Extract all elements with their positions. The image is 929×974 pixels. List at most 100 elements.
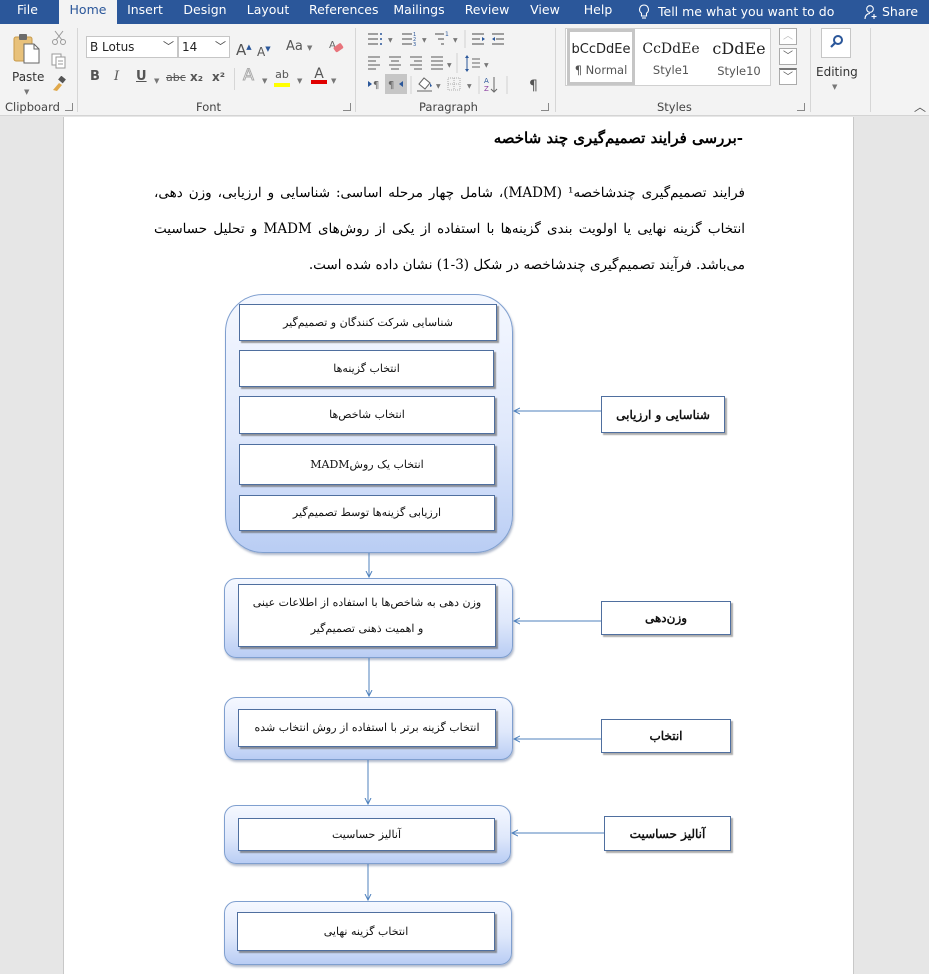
share-label: Share	[882, 4, 919, 19]
bold-button[interactable]: B	[90, 70, 100, 84]
svg-text:A: A	[484, 77, 489, 85]
svg-text:▼: ▼	[388, 37, 393, 44]
clipboard-group-label: Clipboard	[5, 100, 60, 114]
tab-help[interactable]: Help	[580, 0, 616, 24]
change-case-button[interactable]: Aa ▼	[286, 40, 312, 55]
styles-more-icon[interactable]: ﹀	[779, 68, 797, 85]
style-preview: cDdEe	[712, 39, 766, 58]
tab-label: Home	[69, 2, 107, 17]
svg-text:3: 3	[413, 42, 416, 48]
italic-button[interactable]: I	[114, 70, 119, 84]
subscript-icon: x₂	[190, 70, 203, 84]
tab-home[interactable]: Home	[59, 0, 117, 24]
flow-step-text: انتخاب گزینه نهایی	[323, 924, 409, 938]
svg-text:1: 1	[445, 31, 449, 38]
highlight-dropdown-icon[interactable]: ▼	[297, 74, 302, 88]
cut-icon[interactable]	[51, 30, 67, 46]
show-hide-marks-icon: ¶	[529, 78, 538, 94]
font-color-button[interactable]: A	[311, 67, 327, 84]
group-separator	[77, 28, 78, 112]
side-label-text: شناسایی و ارزیابی	[616, 407, 710, 422]
superscript-button[interactable]: x²	[212, 70, 225, 84]
style-name: ¶ Normal	[574, 63, 628, 77]
flow-step-text: انتخاب گزینه‌ها	[333, 361, 400, 375]
group-separator	[555, 28, 556, 112]
flow-step-text: انتخاب گزینه برتر با استفاده از روش انتخ…	[254, 721, 480, 734]
strikethrough-icon: abc	[166, 71, 186, 84]
style-style10[interactable]: cDdEe Style10	[706, 29, 772, 85]
justify-icon	[431, 56, 443, 70]
chevron-down-icon: ﹀	[163, 40, 174, 53]
tab-insert[interactable]: Insert	[121, 0, 169, 24]
line-spacing-icon	[465, 55, 480, 72]
shrink-font-button[interactable]: A▼	[257, 42, 271, 59]
clipboard-dialog-launcher[interactable]	[65, 103, 73, 111]
format-painter-icon[interactable]	[51, 76, 67, 92]
flow-step: شناسایی شرکت کنندگان و تصمیم‌گیر	[239, 304, 497, 341]
paragraph-group-label: Paragraph	[419, 100, 478, 114]
underline-button[interactable]: U	[136, 70, 147, 84]
flow-step: وزن دهی به شاخص‌ها با استفاده از اطلاعات…	[238, 584, 496, 647]
body-paragraph: فرایند تصمیم‌گیری چندشاخصه¹ (MADM)، شامل…	[154, 185, 745, 273]
flow-step: انتخاب گزینه نهایی	[237, 912, 495, 951]
tab-label: Design	[183, 2, 227, 17]
style-style1[interactable]: CcDdEe Style1	[638, 29, 704, 85]
text-effects-dropdown-icon[interactable]: ▼	[262, 74, 267, 88]
styles-scroll-up-icon[interactable]: ︿	[779, 28, 797, 45]
svg-text:Z: Z	[484, 85, 489, 93]
copy-icon[interactable]	[51, 53, 67, 69]
flow-step: انتخاب گزینه‌ها	[239, 350, 494, 387]
style-preview: CcDdEe	[642, 41, 700, 57]
tab-design[interactable]: Design	[180, 0, 230, 24]
svg-text:¶: ¶	[388, 80, 394, 91]
style-normal[interactable]: bCcDdEe ¶ Normal	[567, 29, 635, 85]
strikethrough-button[interactable]: abc	[166, 71, 186, 85]
tell-me-search[interactable]: Tell me what you want to do	[638, 0, 834, 24]
clear-formatting-icon[interactable]: A	[328, 38, 344, 54]
collapse-ribbon-icon[interactable]: ︿	[914, 98, 926, 115]
tab-label: File	[17, 2, 38, 17]
svg-text:▼: ▼	[453, 37, 458, 44]
subscript-button[interactable]: x₂	[190, 70, 203, 84]
font-size-dropdown[interactable]: 14 ﹀	[178, 36, 230, 58]
group-separator	[355, 28, 356, 112]
tab-references[interactable]: References	[309, 0, 378, 24]
paragraph-controls: ▼ 123 ▼ 1 ▼ ▼ ▼ ¶ ¶ ▼ ▼ AZ ¶	[368, 30, 538, 94]
tab-view[interactable]: View	[526, 0, 564, 24]
grow-font-button[interactable]: A▲	[236, 40, 252, 58]
flow-step-text: آنالیز حساسیت	[332, 827, 402, 841]
share-button[interactable]: Share	[864, 0, 918, 24]
tab-file[interactable]: File	[0, 0, 55, 24]
font-color-dropdown-icon[interactable]: ▼	[331, 74, 336, 88]
tab-label: Mailings	[393, 2, 445, 17]
font-dialog-launcher[interactable]	[343, 103, 351, 111]
ltr-direction-icon: ¶	[368, 80, 379, 91]
tab-review[interactable]: Review	[464, 0, 510, 24]
ribbon-tab-bar: File Home Insert Design Layout Reference…	[0, 0, 929, 24]
align-right-icon	[410, 56, 422, 70]
numbering-icon	[402, 33, 412, 45]
svg-text:▼: ▼	[422, 37, 427, 44]
superscript-icon: x²	[212, 70, 225, 84]
styles-scroll-down-icon[interactable]: ﹀	[779, 48, 797, 65]
highlight-color-bar	[274, 83, 290, 87]
flow-step-text: وزن دهی به شاخص‌ها با استفاده از اطلاعات…	[252, 595, 482, 635]
paragraph-dialog-launcher[interactable]	[541, 103, 549, 111]
font-color-icon: A	[314, 66, 324, 82]
tab-label: Help	[583, 2, 613, 17]
lightbulb-icon	[639, 4, 649, 19]
text-effects-button[interactable]: A	[243, 66, 255, 83]
tell-me-label: Tell me what you want to do	[658, 4, 835, 19]
side-label-text: انتخاب	[649, 729, 683, 743]
tab-mailings[interactable]: Mailings	[393, 0, 445, 24]
highlight-button[interactable]: ab	[274, 68, 290, 87]
underline-dropdown-icon[interactable]: ▼	[154, 74, 159, 88]
font-name-dropdown[interactable]: B Lotus ﹀	[86, 36, 178, 58]
styles-dialog-launcher[interactable]	[797, 103, 805, 111]
tab-layout[interactable]: Layout	[244, 0, 292, 24]
flow-step: انتخاب یک روشMADM	[239, 444, 495, 485]
editing-button[interactable]: Editing ▼	[812, 26, 862, 96]
increase-indent-icon	[492, 33, 504, 45]
sort-icon: AZ	[484, 77, 498, 93]
paste-button[interactable]: Paste ▼	[8, 30, 46, 96]
